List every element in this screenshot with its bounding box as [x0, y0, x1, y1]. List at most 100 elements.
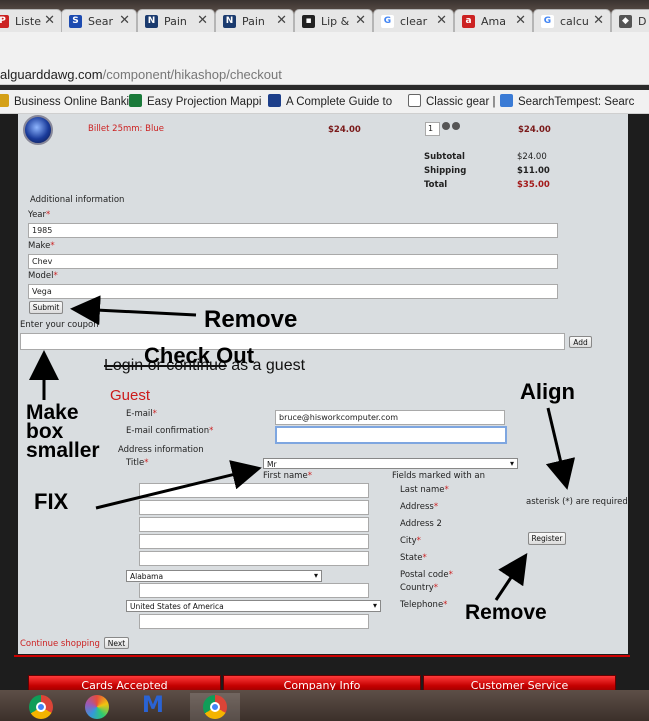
required-note: asterisk (*) are required.	[526, 497, 631, 507]
unit-price: $24.00	[328, 125, 361, 135]
title-label: Title*	[126, 458, 149, 468]
shipping-label: Shipping	[424, 166, 467, 176]
bookmark-classic-gear[interactable]: Classic gear |	[408, 94, 495, 108]
quantity-field[interactable]: 1	[425, 122, 440, 136]
telephone-field[interactable]	[139, 614, 369, 629]
malwarebytes-icon[interactable]: M	[136, 693, 170, 721]
searchtempest-icon	[500, 94, 513, 107]
postal-code-label: Postal code*	[400, 570, 453, 580]
close-icon[interactable]: ✕	[197, 13, 208, 28]
next-button[interactable]: Next	[104, 637, 129, 649]
bookmark-banking[interactable]: Business Online Banki	[0, 94, 129, 108]
add-coupon-button[interactable]: Add	[569, 336, 592, 348]
model-label: Model*	[28, 271, 58, 281]
address2-label: Address 2	[400, 519, 442, 529]
car-icon: ◆	[619, 15, 632, 28]
guest-heading: Guest	[110, 387, 151, 404]
address2-field[interactable]	[139, 517, 369, 532]
email-confirm-label: E-mail confirmation*	[126, 426, 214, 436]
fields-marked-label: Fields marked with an	[392, 471, 486, 481]
total-value: $35.00	[517, 180, 550, 190]
state-select[interactable]: Alabama	[126, 570, 322, 582]
line-total: $24.00	[518, 125, 551, 135]
close-icon[interactable]: ✕	[515, 13, 526, 28]
close-icon[interactable]: ✕	[44, 13, 55, 28]
email-field[interactable]: bruce@hisworkcomputer.com	[275, 410, 505, 425]
tab-paint-2[interactable]: N Pain ✕	[215, 9, 294, 32]
address-info-heading: Address information	[118, 445, 204, 455]
make-field[interactable]: Chev	[28, 254, 558, 269]
chrome-icon[interactable]	[24, 693, 58, 721]
page-icon	[408, 94, 421, 107]
annotation-fix: FIX	[34, 489, 69, 514]
city-field[interactable]	[139, 534, 369, 549]
title-select[interactable]: Mr	[263, 458, 518, 469]
close-icon[interactable]: ✕	[119, 13, 130, 28]
first-name-label: First name*	[263, 471, 312, 481]
dark-square-icon: ▪	[302, 15, 315, 28]
register-button[interactable]: Register	[528, 532, 566, 545]
address-field[interactable]	[139, 500, 369, 515]
submit-button[interactable]: Submit	[29, 301, 63, 314]
bookmark-guide[interactable]: A Complete Guide to	[268, 94, 392, 108]
close-icon[interactable]: ✕	[355, 13, 366, 28]
tab-paint-1[interactable]: N Pain ✕	[137, 9, 215, 32]
chrome-icon[interactable]	[190, 693, 240, 721]
model-field[interactable]: Vega	[28, 284, 558, 299]
delete-icon[interactable]	[452, 122, 460, 130]
country-label: Country*	[400, 583, 439, 593]
google-icon: G	[541, 15, 554, 28]
annotation-check-out: Check Out	[144, 343, 255, 368]
tab-lip[interactable]: ▪ Lip & ✕	[294, 9, 373, 32]
subtotal-label: Subtotal	[424, 152, 465, 162]
tab-calc[interactable]: Gcalcu ✕	[533, 9, 611, 32]
taskbar: M	[0, 690, 649, 721]
footer-divider	[14, 655, 630, 657]
refresh-icon[interactable]	[442, 122, 450, 130]
tab-d[interactable]: ◆ D	[611, 9, 649, 32]
state-field[interactable]	[139, 551, 369, 566]
amazon-icon: a	[462, 15, 475, 28]
url-field[interactable]: alguarddawg.com/component/hikashop/check…	[0, 67, 282, 82]
continue-shopping-link[interactable]: Continue shopping	[20, 639, 100, 649]
google-icon: G	[381, 15, 394, 28]
tab-search[interactable]: S Sear ✕	[61, 9, 137, 32]
total-label: Total	[424, 180, 448, 190]
last-name-label: Last name*	[400, 485, 449, 495]
tab-clear[interactable]: Gclear ✕	[373, 9, 454, 32]
tab-strip: PListe✕ SSear✕ NPain✕ NPain✕ ▪Lip &✕ Gcl…	[0, 0, 649, 32]
state-label: State*	[400, 553, 427, 563]
paint-icon: N	[223, 15, 236, 28]
bookmark-searchtempest[interactable]: SearchTempest: Searc	[500, 94, 634, 108]
subtotal-value: $24.00	[517, 152, 547, 162]
tab-listen[interactable]: PListe✕	[0, 9, 62, 32]
city-label: City*	[400, 536, 421, 546]
bookmarks-bar: Business Online Banki Easy Projection Ma…	[0, 90, 649, 114]
postal-code-field[interactable]	[139, 583, 369, 598]
coupon-label: Enter your coupon	[20, 320, 99, 330]
annotation-remove-register: Remove	[465, 601, 547, 624]
browser-chrome: PListe✕ SSear✕ NPain✕ NPain✕ ▪Lip &✕ Gcl…	[0, 0, 649, 118]
close-icon[interactable]: ✕	[436, 13, 447, 28]
annotation-smaller: smaller	[26, 439, 100, 462]
coupon-field[interactable]	[20, 333, 565, 350]
annotation-align: Align	[520, 379, 575, 404]
annotation-remove-submit: Remove	[204, 306, 298, 333]
pinterest-icon: P	[0, 15, 9, 28]
country-select[interactable]: United States of America	[126, 600, 381, 612]
bookmark-projection[interactable]: Easy Projection Mappi	[129, 94, 261, 108]
year-field[interactable]: 1985	[28, 223, 558, 238]
product-name[interactable]: Billet 25mm: Blue	[88, 124, 164, 134]
paint-palette-icon[interactable]	[80, 693, 114, 721]
search-ext-icon: S	[69, 15, 82, 28]
email-confirm-field[interactable]	[275, 426, 507, 444]
last-name-field[interactable]	[139, 483, 369, 498]
product-image[interactable]	[23, 115, 53, 145]
year-label: Year*	[28, 210, 51, 220]
close-icon[interactable]: ✕	[276, 13, 287, 28]
close-icon[interactable]: ✕	[593, 13, 604, 28]
tab-amazon[interactable]: a Ama ✕	[454, 9, 533, 32]
shipping-value: $11.00	[517, 166, 550, 176]
guide-icon	[268, 94, 281, 107]
paint-icon: N	[145, 15, 158, 28]
